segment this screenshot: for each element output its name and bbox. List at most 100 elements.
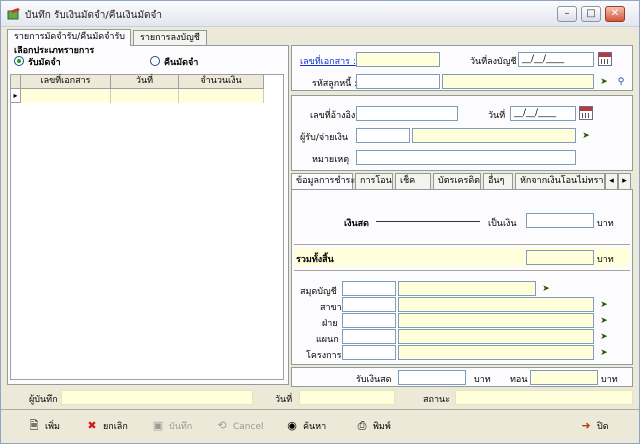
radio-return-deposit[interactable] xyxy=(150,56,160,66)
header-form: เลขที่เอกสาร : วันที่ลงบัญชี __/__/____ … xyxy=(291,45,633,91)
debtor-code-input[interactable] xyxy=(356,74,440,89)
debtor-label: รหัสลูกหนี้ : xyxy=(312,79,358,89)
cash-received-input[interactable] xyxy=(398,370,466,385)
row-indicator-icon: ▸ xyxy=(11,89,21,103)
maximize-icon[interactable]: □ xyxy=(581,6,601,22)
cash-amount-input[interactable] xyxy=(526,213,594,228)
branch-code-input[interactable] xyxy=(342,297,396,312)
search-icon[interactable]: ⚲ xyxy=(614,76,628,88)
project-code-input[interactable] xyxy=(342,345,396,360)
calendar-icon[interactable] xyxy=(579,106,593,120)
payee-label: ผู้รับ/จ่ายเงิน xyxy=(300,133,349,143)
grid-cell-date[interactable] xyxy=(111,89,179,103)
close-button[interactable]: ➜ ปิด xyxy=(579,418,608,434)
amount-label: เป็นเงิน xyxy=(488,219,517,229)
change-field xyxy=(530,370,598,385)
tab-other[interactable]: อื่นๆ xyxy=(483,173,513,189)
tab-label: รายการลงบัญชี xyxy=(140,33,200,43)
remark-input[interactable] xyxy=(356,150,576,165)
grid-cell-doc-no[interactable] xyxy=(21,89,111,103)
cash-label: เงินสด xyxy=(344,219,369,229)
payee-name-field xyxy=(412,128,576,143)
search-button[interactable]: ◉ ค้นหา xyxy=(285,418,326,434)
lookup-icon[interactable]: ➤ xyxy=(597,299,611,311)
tab-deposit-entries[interactable]: รายการมัดจำรับ/คืนมัดจำรับ xyxy=(7,29,131,46)
radio-receive-deposit[interactable] xyxy=(14,56,24,66)
division-name-field xyxy=(398,313,594,328)
grid-corner xyxy=(11,75,21,89)
cash-received-label: รับเงินสด xyxy=(356,375,392,385)
lookup-icon[interactable]: ➤ xyxy=(597,315,611,327)
add-label: เพิ่ม xyxy=(45,422,60,432)
total-label: รวมทั้งสิ้น xyxy=(296,255,334,265)
tab-scroll-left-icon[interactable]: ◂ xyxy=(605,173,618,189)
close-icon[interactable]: ✕ xyxy=(605,6,625,22)
total-currency-label: บาท xyxy=(597,255,614,265)
doc-no-input[interactable] xyxy=(356,52,440,67)
print-button[interactable]: ⎙ พิมพ์ xyxy=(355,418,391,434)
calendar-icon[interactable] xyxy=(598,52,612,66)
post-date-input[interactable]: __/__/____ xyxy=(518,52,594,67)
undo-button[interactable]: ✖ ยกเลิก xyxy=(85,418,127,434)
tab-deduct-transfer[interactable]: หักจากเงินโอนไม่ทราบ xyxy=(515,173,605,189)
bottom-toolbar: 🗎 เพิ่ม ✖ ยกเลิก ▣ บันทึก ⟲ Cancel ◉ ค้นหา ⎙ พ… xyxy=(1,409,639,443)
currency-label: บาท xyxy=(597,219,614,229)
left-panel: เลือกประเภทรายการ รับมัดจำ คืนมัดจำ เลขท… xyxy=(7,45,289,385)
print-label: พิมพ์ xyxy=(373,422,391,432)
debtor-name-field xyxy=(442,74,594,89)
division-code-input[interactable] xyxy=(342,313,396,328)
post-date-label: วันที่ลงบัญชี xyxy=(470,57,517,67)
department-name-field xyxy=(398,329,594,344)
change-label: ทอน xyxy=(510,375,528,385)
branch-label: สาขา xyxy=(320,303,342,313)
division-label: ฝ่าย xyxy=(322,319,338,329)
total-amount-field xyxy=(526,250,594,265)
radio-return-label: คืนมัดจำ xyxy=(164,58,199,68)
ref-no-input[interactable] xyxy=(356,106,458,121)
binoculars-icon: ◉ xyxy=(287,419,297,432)
payee-code-input[interactable] xyxy=(356,128,410,143)
main-window: บันทึก รับเงินมัดจำ/คืนเงินมัดจำ – □ ✕ ร… xyxy=(0,0,640,444)
add-button[interactable]: 🗎 เพิ่ม xyxy=(27,418,60,434)
save-button[interactable]: ▣ บันทึก xyxy=(151,418,192,434)
tab-credit-card[interactable]: บัตรเครดิต xyxy=(433,173,481,189)
tab-label: รายการมัดจำรับ/คืนมัดจำรับ xyxy=(14,32,126,42)
lookup-icon[interactable]: ➤ xyxy=(579,130,593,142)
exit-door-icon: ➜ xyxy=(581,419,591,432)
remark-label: หมายเหตุ xyxy=(312,155,350,165)
grid-header-amount[interactable]: จำนวนเงิน xyxy=(179,75,264,89)
change-currency: บาท xyxy=(601,375,618,385)
status-date-label: วันที่ xyxy=(275,395,293,405)
radio-receive-label: รับมัดจำ xyxy=(28,58,61,68)
book-code-input[interactable] xyxy=(342,281,396,296)
lookup-icon[interactable]: ➤ xyxy=(597,347,611,359)
tab-scroll-right-icon[interactable]: ▸ xyxy=(618,173,631,189)
section-divider xyxy=(294,270,630,271)
tab-posting-entries[interactable]: รายการลงบัญชี xyxy=(133,30,207,46)
grid-header-date[interactable]: วันที่ xyxy=(111,75,179,89)
tab-cheque[interactable]: เช็ค xyxy=(395,173,431,189)
book-name-field xyxy=(398,281,536,296)
doc-no-label[interactable]: เลขที่เอกสาร : xyxy=(300,54,356,68)
minimize-icon[interactable]: – xyxy=(557,6,577,22)
department-code-input[interactable] xyxy=(342,329,396,344)
grid-header-doc-no[interactable]: เลขที่เอกสาร xyxy=(21,75,111,89)
tab-payment-info[interactable]: ข้อมูลการชำระ xyxy=(291,173,355,189)
recorder-label: ผู้บันทึก xyxy=(29,395,58,405)
window-title: บันทึก รับเงินมัดจำ/คืนเงินมัดจำ xyxy=(25,10,163,21)
cash-received-currency: บาท xyxy=(474,375,491,385)
lookup-icon[interactable]: ➤ xyxy=(597,76,611,88)
document-grid[interactable]: เลขที่เอกสาร วันที่ จำนวนเงิน ▸ xyxy=(10,74,284,380)
cancel-button[interactable]: ⟲ Cancel xyxy=(215,418,263,434)
tab-transfer[interactable]: การโอน xyxy=(355,173,393,189)
lookup-icon[interactable]: ➤ xyxy=(597,331,611,343)
ref-date-label: วันที่ xyxy=(488,111,506,121)
state-field xyxy=(455,390,633,405)
recorder-field xyxy=(61,390,253,405)
ref-date-input[interactable]: __/__/____ xyxy=(510,106,576,121)
book-label: สมุดบัญชี xyxy=(300,287,337,297)
lookup-icon[interactable]: ➤ xyxy=(539,283,553,295)
payment-panel: เงินสด เป็นเงิน บาท รวมทั้งสิ้น บาท สมุด… xyxy=(291,189,633,365)
grid-cell-amount[interactable] xyxy=(179,89,264,103)
search-label: ค้นหา xyxy=(303,422,327,432)
